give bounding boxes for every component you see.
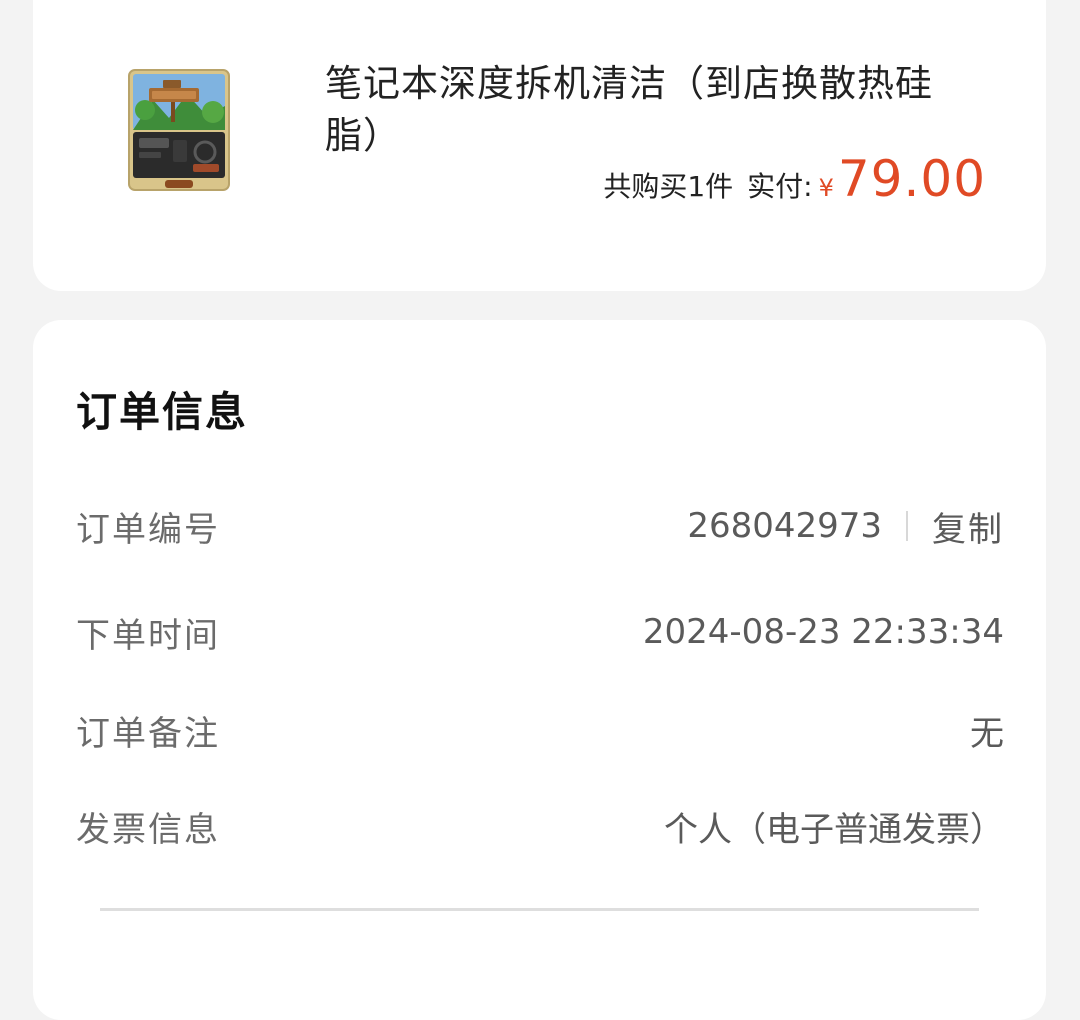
invoice-row: 发票信息 个人（电子普通发票） [76, 798, 1004, 854]
order-note-value: 无 [970, 713, 1004, 754]
order-time-label: 下单时间 [76, 615, 220, 656]
order-time-row: 下单时间 2024-08-23 22:33:34 [76, 604, 1004, 660]
product-thumbnail[interactable] [123, 66, 235, 194]
order-number-label: 订单编号 [76, 509, 220, 550]
order-note-label: 订单备注 [76, 713, 220, 754]
section-divider [100, 908, 979, 911]
order-number-value-group: 268042973 复制 [687, 502, 1004, 551]
copy-button[interactable]: 复制 [932, 502, 1004, 551]
invoice-label: 发票信息 [76, 809, 220, 850]
paid-amount: 79.00 [837, 150, 986, 208]
paid-label: 实付: [747, 170, 813, 203]
currency-symbol: ¥ [818, 174, 834, 202]
section-title: 订单信息 [76, 388, 248, 436]
order-time-value: 2024-08-23 22:33:34 [642, 612, 1004, 652]
quantity-text: 共购买1件 [603, 170, 734, 203]
order-number-row: 订单编号 268042973 复制 [76, 498, 1004, 554]
order-note-row: 订单备注 无 [76, 702, 1004, 758]
product-card[interactable]: 笔记本深度拆机清洁（到店换散热硅脂） 共购买1件 实付: ¥ 79.00 [33, 0, 1046, 291]
order-info-card: 订单信息 订单编号 268042973 复制 下单时间 2024-08-23 2… [33, 320, 1046, 1020]
invoice-value: 个人（电子普通发票） [664, 809, 1004, 850]
vertical-divider [906, 511, 908, 541]
product-title[interactable]: 笔记本深度拆机清洁（到店换散热硅脂） [325, 58, 965, 162]
order-number-value: 268042973 [687, 506, 882, 546]
price-summary: 共购买1件 实付: ¥ 79.00 [603, 150, 986, 208]
